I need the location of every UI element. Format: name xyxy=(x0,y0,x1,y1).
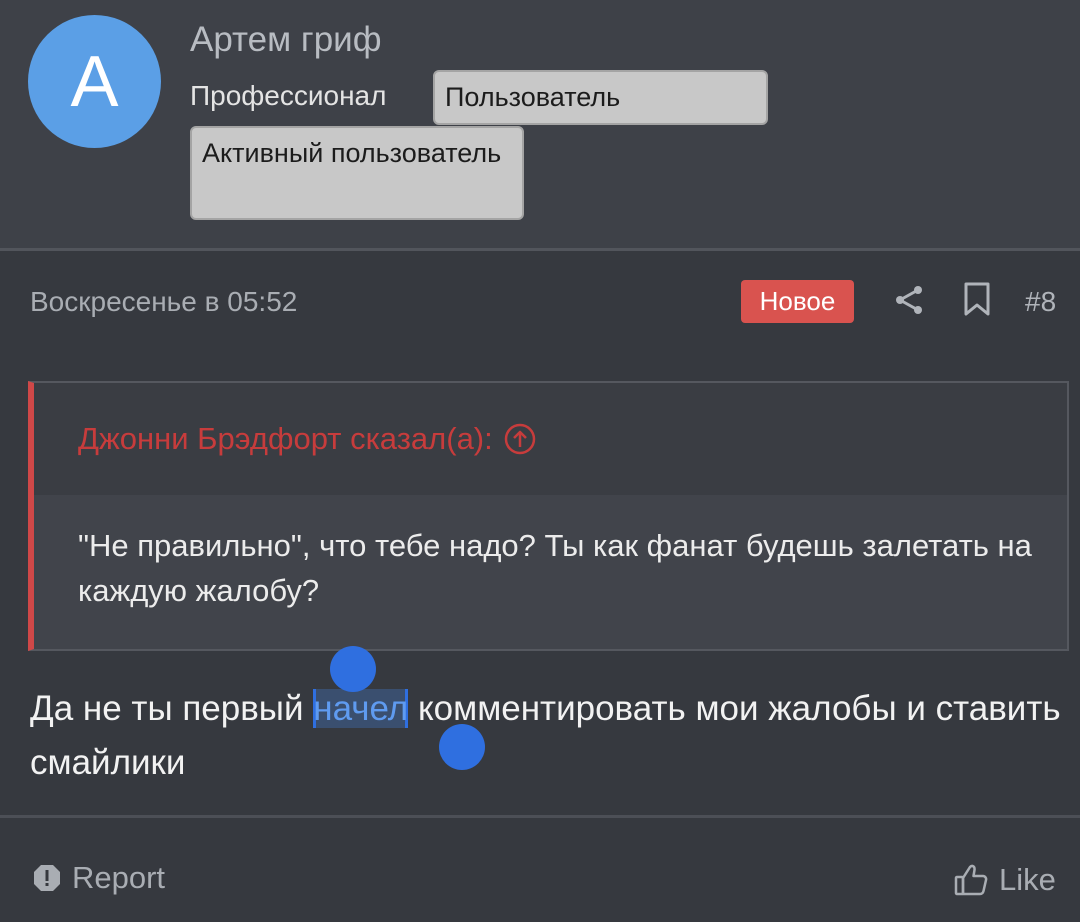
user-banner-active: Активный пользователь xyxy=(190,126,524,220)
divider xyxy=(0,815,1080,818)
new-badge: Новое xyxy=(741,280,854,323)
like-label: Like xyxy=(999,862,1056,897)
message-body[interactable]: Да не ты первый начел комментировать мои… xyxy=(30,682,1070,790)
report-label: Report xyxy=(72,860,166,895)
quote-block: Джонни Брэдфорт сказал(а): "Не правильно… xyxy=(28,381,1069,651)
divider xyxy=(0,248,1080,251)
post-number-link[interactable]: #8 xyxy=(1025,282,1056,322)
bookmark-icon[interactable] xyxy=(962,281,992,317)
like-button[interactable]: Like xyxy=(953,862,1056,898)
quote-header: Джонни Брэдфорт сказал(а): xyxy=(34,383,1067,495)
share-icon[interactable] xyxy=(893,284,925,316)
arrow-up-circle-icon[interactable] xyxy=(503,422,537,456)
quote-text: "Не правильно", что тебе надо? Ты как фа… xyxy=(78,528,1032,608)
report-button[interactable]: Report xyxy=(32,860,165,896)
quote-author-label: Джонни Брэдфорт сказал(а): xyxy=(78,421,493,456)
message-text-before: Да не ты первый xyxy=(30,689,314,728)
avatar[interactable]: А xyxy=(28,15,161,148)
quote-author-link[interactable]: Джонни Брэдфорт сказал(а): xyxy=(78,419,537,459)
forum-post: А Артем гриф Профессионал Пользователь А… xyxy=(0,0,1080,922)
username-link[interactable]: Артем гриф xyxy=(190,20,382,60)
report-icon xyxy=(34,865,60,891)
selection-start-handle[interactable] xyxy=(330,646,376,692)
selection-end-handle[interactable] xyxy=(439,724,485,770)
selected-text[interactable]: начел xyxy=(313,689,409,728)
user-banner-user: Пользователь xyxy=(433,70,768,125)
avatar-letter: А xyxy=(70,41,119,122)
user-title: Профессионал xyxy=(190,80,387,111)
thumbs-up-icon xyxy=(954,864,988,896)
user-header: А Артем гриф Профессионал Пользователь А… xyxy=(0,0,1080,248)
post-date[interactable]: Воскресенье в 05:52 xyxy=(30,282,297,322)
